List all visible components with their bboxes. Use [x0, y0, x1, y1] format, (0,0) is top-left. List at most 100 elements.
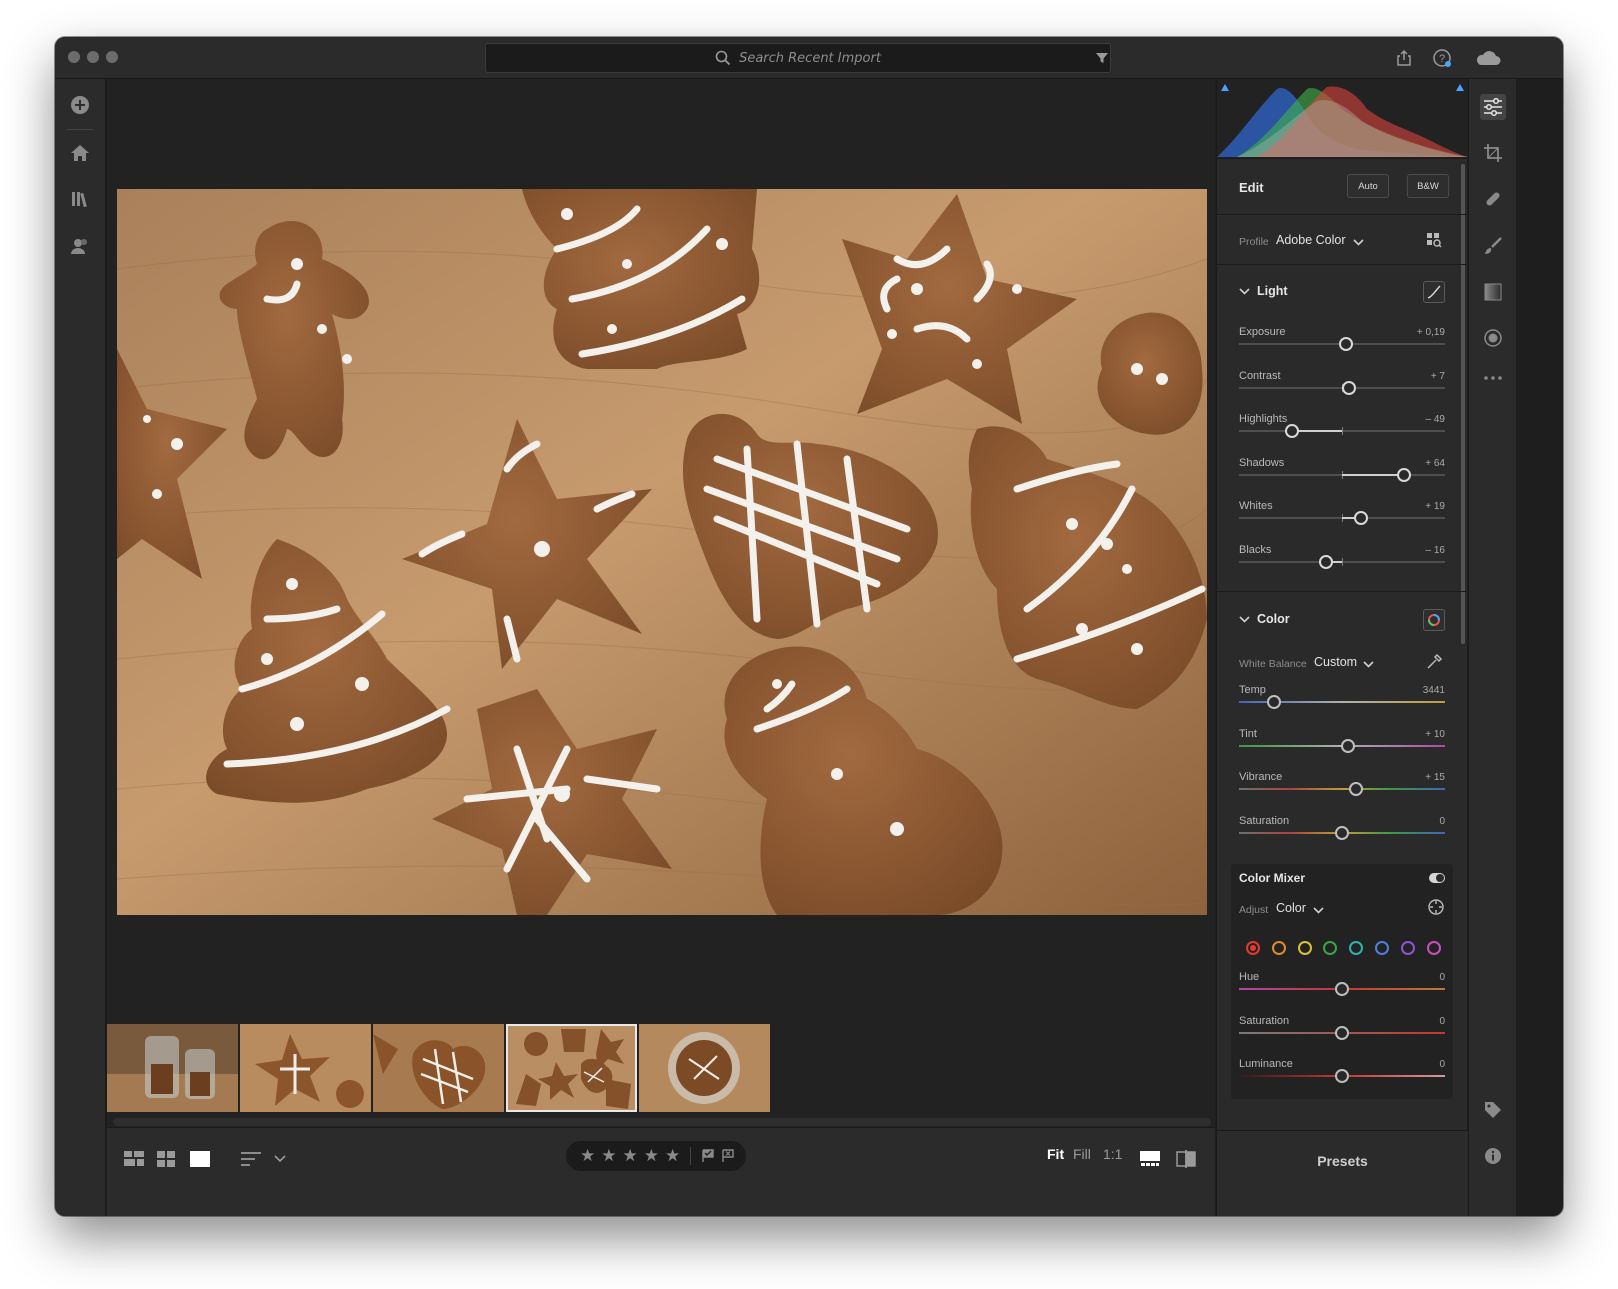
reject-flag-icon[interactable] — [721, 1149, 735, 1163]
slider-value[interactable]: 0 — [1385, 1059, 1445, 1070]
slider-handle[interactable] — [1342, 380, 1357, 395]
slider-handle[interactable] — [1339, 337, 1354, 351]
zoom-fit-button[interactable]: Fit — [1047, 1146, 1064, 1162]
light-chevron-down-icon[interactable] — [1239, 288, 1250, 295]
color-swatch[interactable] — [1297, 941, 1312, 955]
profile-chevron-down-icon[interactable] — [1353, 239, 1364, 246]
filmstrip-thumb[interactable] — [639, 1024, 770, 1112]
presets-button[interactable]: Presets — [1217, 1130, 1468, 1216]
slider-value[interactable]: – 49 — [1385, 414, 1445, 425]
color-grading-icon[interactable] — [1423, 609, 1445, 631]
light-section-title[interactable]: Light — [1257, 284, 1288, 298]
star-rating-5[interactable]: ★ — [665, 1146, 680, 1166]
close-window-button[interactable] — [68, 51, 80, 63]
filmstrip-toggle-icon[interactable] — [1139, 1148, 1161, 1170]
filmstrip-thumb[interactable] — [373, 1024, 504, 1112]
color-swatch[interactable] — [1271, 941, 1286, 955]
detail-view-icon[interactable] — [189, 1148, 211, 1170]
sort-icon[interactable] — [240, 1148, 262, 1170]
radial-gradient-icon[interactable] — [1480, 325, 1506, 351]
slider-value[interactable]: + 19 — [1385, 501, 1445, 512]
star-rating-2[interactable]: ★ — [601, 1146, 616, 1166]
sort-chevron-down-icon[interactable] — [272, 1148, 288, 1170]
filmstrip-scrollbar[interactable] — [113, 1118, 1211, 1126]
slider-track[interactable] — [1239, 738, 1445, 753]
slider-handle[interactable] — [1267, 695, 1282, 709]
add-photos-icon[interactable] — [68, 93, 92, 117]
pick-flag-icon[interactable] — [701, 1149, 715, 1163]
auto-button[interactable]: Auto — [1347, 174, 1389, 198]
slider-track[interactable] — [1239, 555, 1445, 569]
slider-value[interactable]: 0 — [1385, 816, 1445, 827]
profile-dropdown[interactable]: Adobe Color — [1276, 233, 1346, 247]
slider-track[interactable] — [1239, 337, 1445, 351]
library-icon[interactable] — [68, 187, 92, 211]
cloud-icon[interactable] — [1473, 47, 1503, 69]
tone-curve-icon[interactable] — [1423, 281, 1445, 303]
people-icon[interactable] — [68, 234, 92, 258]
main-photo[interactable] — [117, 189, 1207, 915]
zoom-1to1-button[interactable]: 1:1 — [1103, 1146, 1122, 1162]
slider-track[interactable] — [1239, 424, 1445, 439]
slider-handle[interactable] — [1318, 555, 1333, 569]
adjust-dropdown[interactable]: Color — [1276, 901, 1306, 915]
crop-icon[interactable] — [1480, 140, 1506, 166]
color-swatch[interactable] — [1400, 941, 1415, 955]
color-chevron-down-icon[interactable] — [1239, 616, 1250, 623]
zoom-fill-button[interactable]: Fill — [1073, 1146, 1091, 1162]
filmstrip-thumb[interactable] — [240, 1024, 371, 1112]
filmstrip-thumb[interactable] — [107, 1024, 238, 1112]
edit-sliders-icon[interactable] — [1480, 94, 1506, 120]
slider-value[interactable]: 0 — [1385, 1016, 1445, 1027]
slider-value[interactable]: – 16 — [1385, 545, 1445, 556]
search-bar[interactable]: Search Recent Import — [485, 43, 1111, 73]
slider-track[interactable] — [1239, 1069, 1445, 1084]
targeted-adjustment-icon[interactable] — [1427, 898, 1445, 916]
tag-icon[interactable] — [1480, 1097, 1506, 1123]
info-icon[interactable] — [1480, 1143, 1506, 1169]
slider-track[interactable] — [1239, 982, 1445, 996]
star-rating-4[interactable]: ★ — [644, 1146, 659, 1166]
slider-handle[interactable] — [1349, 782, 1364, 797]
color-section-title[interactable]: Color — [1257, 612, 1290, 626]
slider-track[interactable] — [1239, 782, 1445, 797]
slider-handle[interactable] — [1335, 825, 1349, 840]
color-swatch[interactable] — [1375, 941, 1389, 955]
white-balance-dropdown[interactable]: Custom — [1314, 655, 1357, 669]
slider-track[interactable] — [1239, 467, 1445, 482]
more-options-icon[interactable] — [1480, 365, 1506, 391]
adjust-chevron-down-icon[interactable] — [1313, 907, 1324, 914]
minimize-window-button[interactable] — [87, 51, 99, 63]
slider-handle[interactable] — [1335, 1025, 1349, 1040]
filter-icon[interactable] — [1091, 47, 1113, 69]
wb-chevron-down-icon[interactable] — [1363, 661, 1374, 668]
healing-brush-icon[interactable] — [1480, 186, 1506, 212]
slider-value[interactable]: + 10 — [1385, 729, 1445, 740]
color-swatch[interactable] — [1426, 941, 1441, 955]
slider-value[interactable]: 0 — [1385, 972, 1445, 983]
slider-handle[interactable] — [1284, 424, 1299, 439]
filmstrip-thumb-selected[interactable] — [506, 1024, 637, 1112]
star-rating-3[interactable]: ★ — [623, 1146, 638, 1166]
color-swatch[interactable] — [1246, 941, 1260, 955]
profile-browser-icon[interactable] — [1424, 230, 1444, 250]
slider-track[interactable] — [1239, 695, 1445, 709]
linear-gradient-icon[interactable] — [1480, 279, 1506, 305]
panel-scrollbar[interactable] — [1461, 164, 1465, 644]
share-icon[interactable] — [1393, 47, 1415, 69]
slider-track[interactable] — [1239, 825, 1445, 840]
square-grid-view-icon[interactable] — [123, 1148, 145, 1170]
star-rating-1[interactable]: ★ — [580, 1146, 595, 1166]
compare-view-icon[interactable] — [1175, 1148, 1197, 1170]
slider-value[interactable]: + 7 — [1385, 371, 1445, 382]
slider-value[interactable]: 3441 — [1385, 685, 1445, 696]
slider-track[interactable] — [1239, 1025, 1445, 1040]
grid-view-icon[interactable] — [155, 1148, 177, 1170]
slider-value[interactable]: + 0,19 — [1385, 327, 1445, 338]
bw-button[interactable]: B&W — [1407, 174, 1449, 198]
slider-handle[interactable] — [1341, 738, 1356, 753]
slider-handle[interactable] — [1335, 982, 1349, 996]
color-mixer-toggle[interactable] — [1429, 873, 1445, 883]
slider-value[interactable]: + 15 — [1385, 772, 1445, 783]
zoom-window-button[interactable] — [106, 51, 118, 63]
